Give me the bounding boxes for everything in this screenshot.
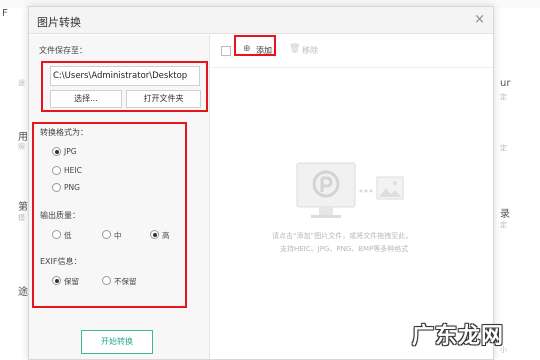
file-list-area: ⊕ 添加 🗑 移除 请点击“添加”图片文件，或将文件拖拽至此， 支持HEIC、J…	[211, 35, 493, 359]
dialog-titlebar: 图片转换 ×	[29, 7, 493, 34]
format-jpg-label: JPG	[64, 147, 77, 156]
bg-fragment: 第	[18, 202, 28, 213]
dialog-title: 图片转换	[37, 16, 81, 29]
bg-fragment: 定	[500, 221, 507, 229]
format-label: 转换格式为：	[40, 128, 88, 137]
format-jpg-radio[interactable]	[52, 147, 61, 156]
quality-high-label: 高	[162, 231, 170, 240]
select-all-checkbox[interactable]	[221, 46, 231, 56]
bg-fragment: 模	[18, 214, 25, 222]
monitor-stand	[319, 207, 333, 215]
exif-discard-radio[interactable]	[102, 276, 111, 285]
save-path-field[interactable]: C:\Users\Administrator\Desktop	[50, 66, 200, 86]
bg-fragment: 用	[18, 132, 28, 143]
quality-label: 输出质量：	[40, 211, 80, 220]
bg-fragment: 照	[18, 143, 25, 151]
drop-hint-line1: 请点击“添加”图片文件，或将文件拖拽至此，	[272, 232, 413, 240]
exif-label: EXIF信息：	[40, 257, 82, 266]
bg-fragment: F	[2, 8, 8, 19]
quality-high-radio[interactable]	[150, 230, 159, 239]
quality-low-label: 低	[64, 231, 72, 240]
exif-keep-radio[interactable]	[52, 276, 61, 285]
bg-fragment: 途	[18, 287, 28, 298]
drop-hint-line2: 支持HEIC、JPG、PNG、BMP等多种格式	[280, 245, 409, 253]
format-heic-label: HEIC	[64, 166, 82, 175]
start-convert-button[interactable]: 开始转换	[81, 330, 153, 354]
toolbar-divider	[211, 67, 493, 68]
choose-button[interactable]: 选择...	[50, 90, 122, 108]
format-png-label: PNG	[64, 183, 80, 192]
bg-fragment: 定	[500, 144, 507, 152]
exif-keep-label: 保留	[64, 277, 79, 286]
bg-fragment: ur	[500, 78, 511, 89]
remove-button[interactable]: 移除	[302, 45, 318, 56]
trash-icon: 🗑	[289, 44, 301, 54]
bg-fragment: 录	[500, 209, 510, 220]
open-folder-button[interactable]: 打开文件夹	[126, 90, 201, 108]
bg-fragment: 定	[500, 93, 507, 101]
watermark-text: 广东龙网	[412, 324, 505, 349]
exif-discard-label: 不保留	[114, 277, 137, 286]
format-png-radio[interactable]	[52, 183, 61, 192]
quality-low-radio[interactable]	[52, 230, 61, 239]
bg-fragment: 途	[18, 79, 25, 87]
highlight-add-button	[234, 35, 276, 56]
quality-medium-label: 中	[114, 231, 122, 240]
close-icon[interactable]: ×	[474, 12, 485, 27]
quality-medium-radio[interactable]	[102, 230, 111, 239]
format-heic-radio[interactable]	[52, 166, 61, 175]
monitor-base	[311, 215, 341, 218]
save-to-label: 文件保存至：	[39, 46, 87, 55]
